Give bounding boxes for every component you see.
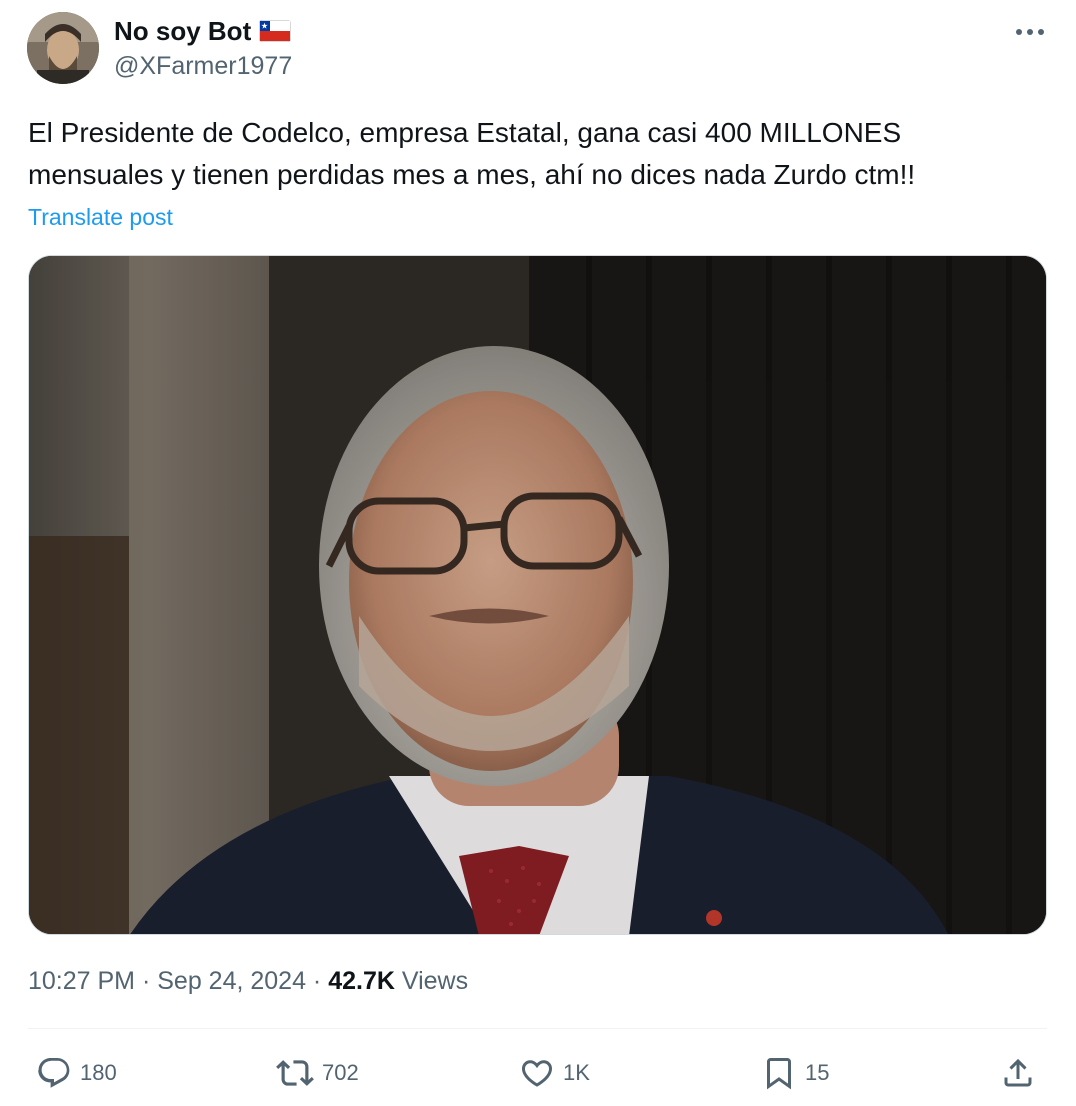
more-dots-icon bbox=[1016, 29, 1044, 35]
repost-icon bbox=[276, 1060, 314, 1086]
heart-icon bbox=[521, 1060, 553, 1087]
tweet-time[interactable]: 10:27 PM bbox=[28, 964, 135, 998]
display-name[interactable]: No soy Bot bbox=[114, 15, 251, 47]
bookmark-button[interactable]: 15 bbox=[761, 1050, 829, 1096]
user-name-row[interactable]: No soy Bot bbox=[114, 15, 292, 47]
views-count: 42.7K bbox=[328, 967, 395, 995]
views-space bbox=[395, 964, 402, 998]
repost-button[interactable]: 702 bbox=[276, 1050, 359, 1096]
share-button[interactable] bbox=[1000, 1050, 1036, 1096]
repost-count: 702 bbox=[322, 1060, 359, 1085]
reply-button[interactable]: 180 bbox=[36, 1050, 117, 1096]
meta-separator: · bbox=[135, 967, 158, 995]
reply-count: 180 bbox=[80, 1060, 117, 1085]
chile-flag-icon bbox=[259, 20, 292, 42]
tweet-card: No soy Bot @XFarmer1977 El Presidente de… bbox=[0, 0, 1076, 1106]
views-label: Views bbox=[401, 967, 469, 995]
translate-post-link[interactable]: Translate post bbox=[28, 202, 173, 232]
tweet-text: El Presidente de Codelco, empresa Estata… bbox=[28, 117, 916, 190]
like-button[interactable]: 1K bbox=[519, 1050, 590, 1096]
user-handle[interactable]: @XFarmer1977 bbox=[114, 51, 292, 81]
reply-icon bbox=[38, 1058, 70, 1088]
like-count: 1K bbox=[563, 1060, 590, 1085]
tweet-photo[interactable] bbox=[28, 255, 1047, 935]
meta-separator-2: · bbox=[305, 967, 329, 995]
bookmark-count: 15 bbox=[805, 1060, 830, 1085]
divider bbox=[28, 1028, 1047, 1029]
more-options-button[interactable] bbox=[1010, 14, 1050, 50]
tweet-date[interactable]: Sep 24, 2024 bbox=[157, 964, 306, 998]
avatar[interactable] bbox=[27, 12, 99, 84]
action-bar: 180 702 1K 15 bbox=[0, 1050, 1076, 1096]
bookmark-icon bbox=[767, 1058, 791, 1090]
share-icon bbox=[1004, 1058, 1032, 1087]
tweet-meta: 10:27 PM · Sep 24, 2024 · 42.7K Views bbox=[28, 964, 468, 998]
